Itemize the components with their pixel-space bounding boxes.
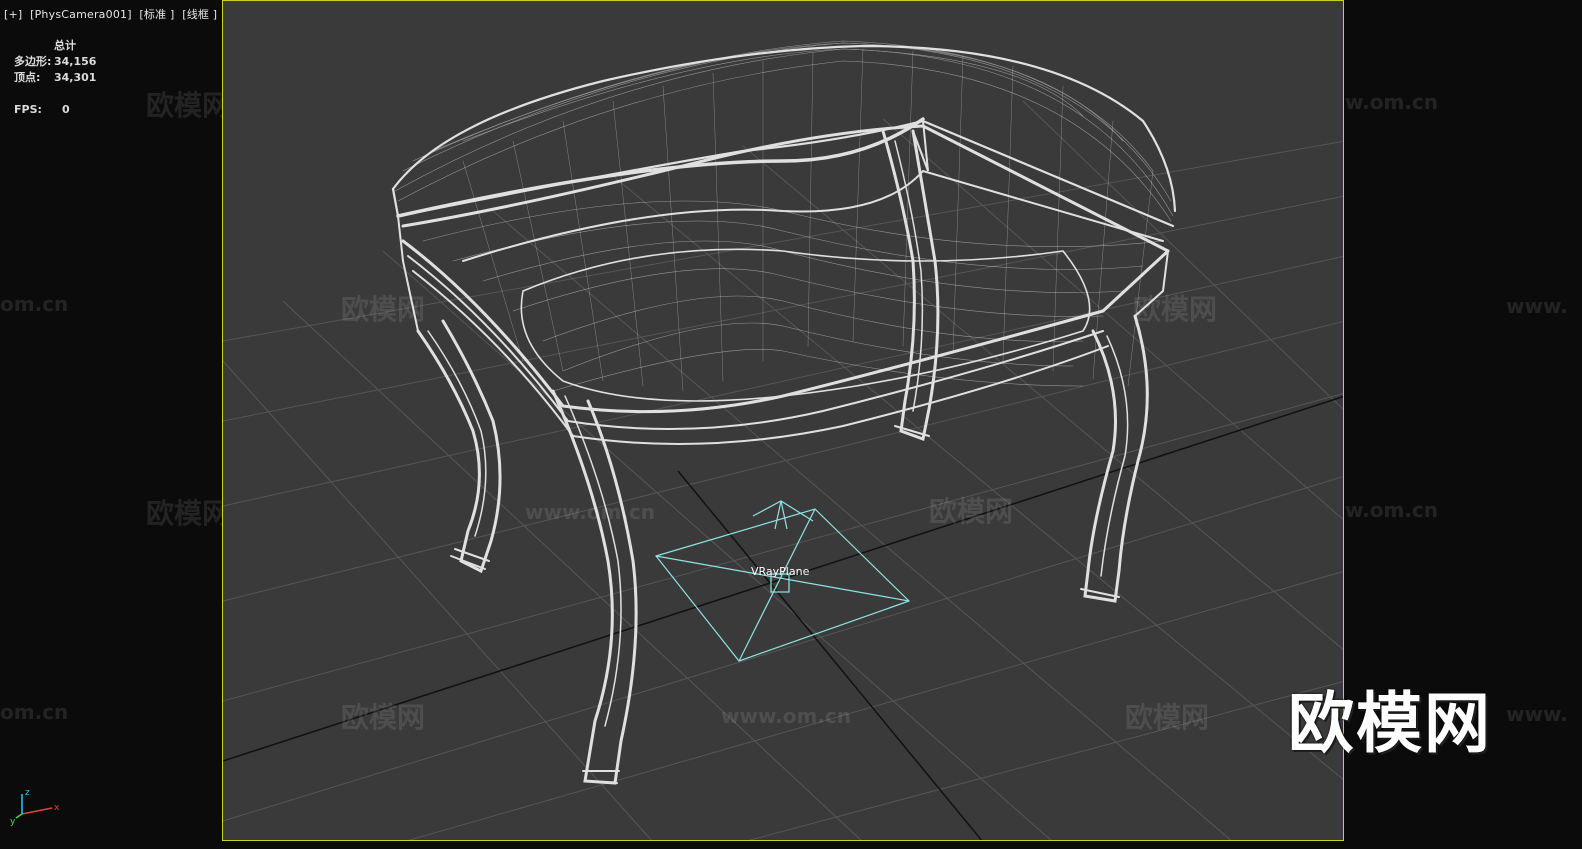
vray-plane-label: VRayPlane — [751, 565, 810, 578]
viewport-label[interactable]: [+] [PhysCamera001] [标准 ] [线框 ] — [4, 6, 221, 22]
stats-verts-value: 34,301 — [54, 71, 97, 84]
watermark-cn: 欧模网 — [1133, 293, 1217, 326]
stats-fps-row: FPS: 0 — [14, 102, 96, 118]
world-axes — [223, 395, 1343, 840]
x-axis-line — [21, 807, 53, 815]
watermark-url-short: om.cn — [0, 292, 69, 316]
stool-wireframe — [391, 40, 1177, 785]
y-axis-line — [15, 813, 23, 819]
stats-header: 总计 — [54, 39, 76, 52]
stats-polys-row: 多边形: 34,156 — [14, 54, 96, 70]
stats-fps-label: FPS: — [14, 103, 42, 116]
stats-fps-value: 0 — [62, 103, 70, 116]
watermark-url-www: www. — [1506, 294, 1568, 318]
axis-x-label: x — [54, 803, 60, 813]
watermark-url-short: om.cn — [0, 700, 69, 724]
axis-tripod: x z y — [10, 786, 70, 830]
stats-verts-row: 顶点: 34,301 — [14, 70, 96, 86]
watermark-cn: 欧模网 — [341, 701, 425, 734]
viewport-menu-plus[interactable]: [+] — [4, 8, 22, 21]
viewport-camera-menu[interactable]: [PhysCamera001] — [30, 8, 132, 21]
watermark-cn: 欧模网 — [146, 497, 231, 530]
axis-z-label: z — [25, 788, 30, 798]
watermark-url-www: www. — [1506, 702, 1568, 726]
watermark-cn: 欧模网 — [146, 89, 231, 122]
watermark-url: www.om.cn — [721, 704, 851, 728]
watermark-cn: 欧模网 — [929, 495, 1013, 528]
viewport-canvas[interactable]: VRayPlane 欧模网 欧模网 欧模网 欧模网 欧模网 www.om.cn … — [222, 0, 1344, 841]
statistics-overlay: 总计 多边形: 34,156 顶点: 34,301 FPS: 0 — [14, 38, 96, 118]
watermark-cn: 欧模网 — [1125, 701, 1209, 734]
watermark-cn: 欧模网 — [341, 293, 425, 326]
watermark-url: www.om.cn — [525, 500, 655, 524]
viewport-mode-menu[interactable]: [线框 ] — [182, 8, 217, 21]
stats-polys-value: 34,156 — [54, 55, 97, 68]
scene-svg: VRayPlane 欧模网 欧模网 欧模网 欧模网 欧模网 www.om.cn … — [223, 40, 1343, 840]
site-logo: 欧模网 — [1288, 685, 1492, 762]
stats-polys-label: 多边形: — [14, 55, 52, 68]
axis-y-label: y — [10, 817, 16, 826]
stats-verts-label: 顶点: — [14, 71, 41, 84]
viewport-shading-menu[interactable]: [标准 ] — [139, 8, 174, 21]
